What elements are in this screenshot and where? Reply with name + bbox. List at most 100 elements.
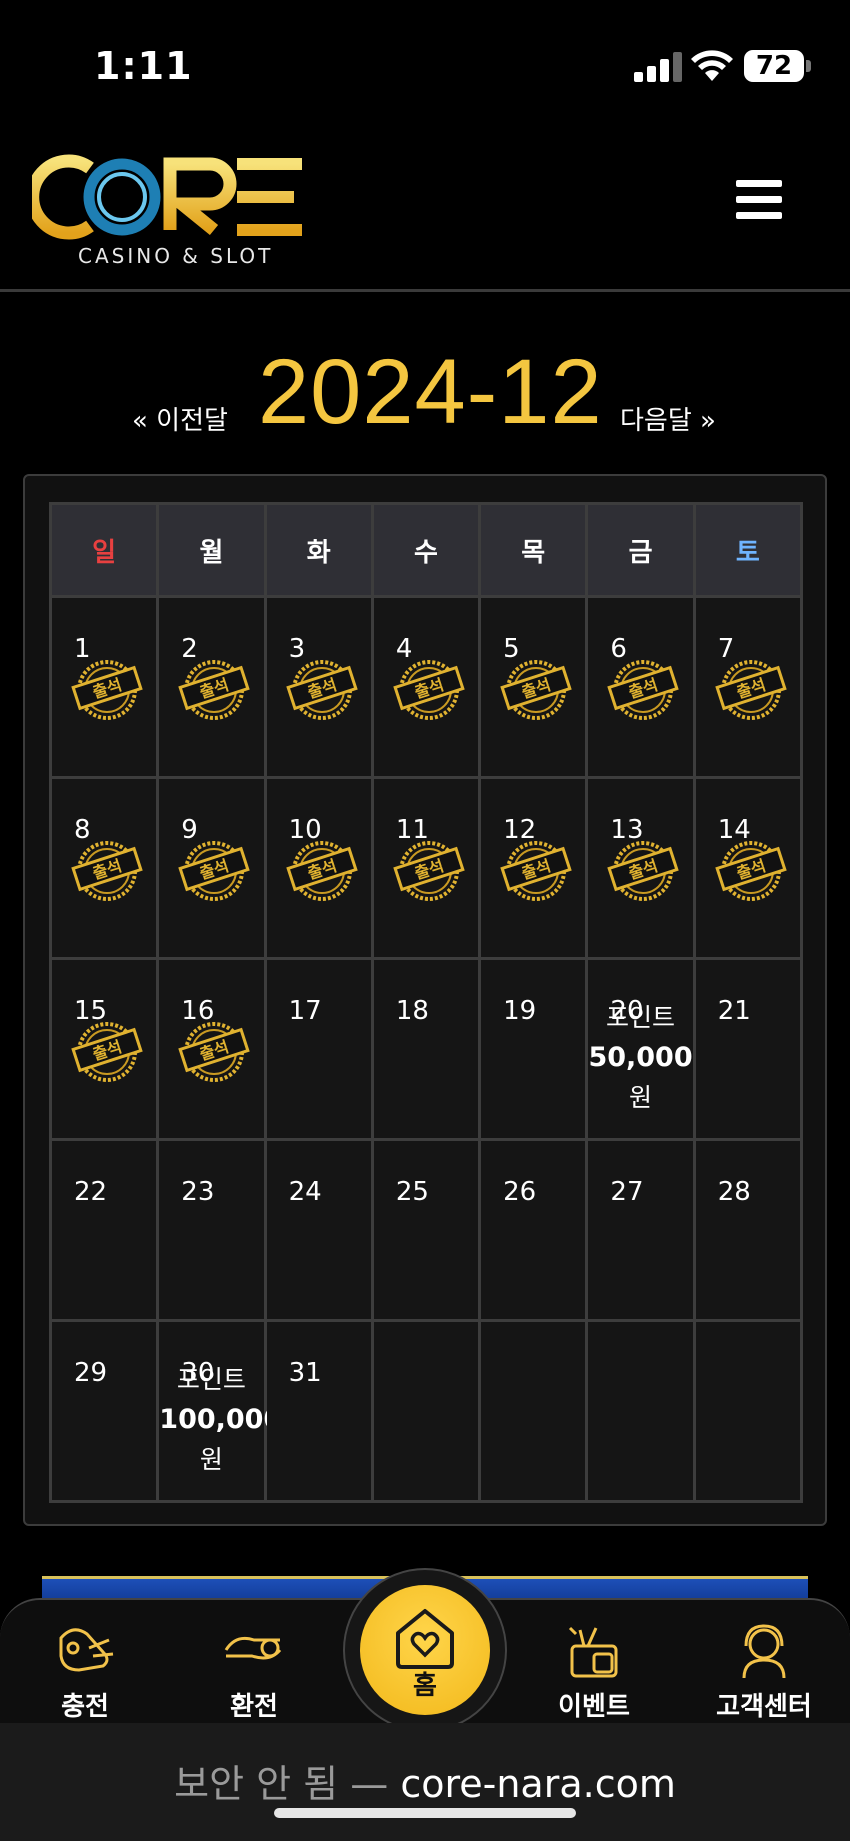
calendar-day-cell[interactable]: 16 출석 <box>156 957 267 1141</box>
day-number: 19 <box>503 996 537 1026</box>
calendar-day-cell[interactable]: 7 출석 <box>692 595 804 779</box>
home-heart-icon <box>396 1609 454 1669</box>
calendar-day-cell[interactable]: 30 포인트 100,000 원 <box>156 1319 283 1503</box>
calendar-week-row: 29 30 포인트 100,000 원 31 <box>48 1319 804 1503</box>
calendar-day-cell[interactable]: 15 출석 <box>48 957 160 1141</box>
calendar-day-cell[interactable]: 25 <box>370 1138 482 1322</box>
calendar-week-row: 8 출석 9 출석 10 출석 11 출석 12 출석 13 출석 14 출석 <box>48 776 804 960</box>
day-number: 26 <box>503 1177 537 1207</box>
calendar-day-cell[interactable]: 31 <box>263 1319 374 1503</box>
attendance-stamp-icon: 출석 <box>496 835 576 905</box>
attendance-stamp-icon: 출석 <box>389 835 469 905</box>
attendance-stamp-icon: 출석 <box>603 654 683 724</box>
calendar-day-cell[interactable]: 12 출석 <box>478 776 589 960</box>
calendar-day-cell[interactable]: 2 출석 <box>156 595 267 779</box>
calendar-day-cell[interactable]: 19 <box>478 957 589 1141</box>
day-number: 23 <box>181 1177 215 1207</box>
calendar-day-cell[interactable]: 26 <box>478 1138 589 1322</box>
calendar-day-cell[interactable]: 10 출석 <box>263 776 374 960</box>
attendance-stamp-icon: 출석 <box>174 1016 254 1086</box>
attendance-stamp-icon: 출석 <box>282 654 362 724</box>
attendance-stamp-icon: 출석 <box>174 835 254 905</box>
headset-icon <box>742 1624 786 1679</box>
nav-event[interactable]: 이벤트 <box>524 1620 664 1723</box>
calendar-day-cell[interactable] <box>692 1319 804 1503</box>
calendar-week-row: 15 출석 16 출석 17 18 19 20 포인트 50,000 원 21 <box>48 957 804 1141</box>
calendar-day-cell[interactable]: 3 출석 <box>263 595 374 779</box>
charge-icon <box>59 1628 114 1672</box>
nav-exchange-label: 환전 <box>230 1692 278 1722</box>
calendar-day-cell[interactable]: 8 출석 <box>48 776 160 960</box>
nav-support[interactable]: 고객센터 <box>694 1620 834 1723</box>
day-number: 21 <box>717 996 751 1026</box>
prev-month-link[interactable]: « 이전달 <box>132 400 228 437</box>
calendar-day-cell[interactable]: 20 포인트 50,000 원 <box>585 957 696 1141</box>
attendance-stamp-icon: 출석 <box>67 1016 147 1086</box>
calendar-day-cell[interactable]: 21 <box>692 957 804 1141</box>
next-month-link[interactable]: 다음달 » <box>620 400 716 437</box>
calendar-day-cell[interactable]: 14 출석 <box>692 776 804 960</box>
calendar-day-cell[interactable]: 17 <box>263 957 374 1141</box>
weekday-sun: 일 <box>48 502 160 598</box>
point-amount: 50,000 <box>588 1042 693 1073</box>
status-time: 1:11 <box>94 44 193 88</box>
attendance-stamp-icon: 출석 <box>496 654 576 724</box>
day-number: 27 <box>610 1177 644 1207</box>
calendar-day-cell[interactable]: 11 출석 <box>370 776 482 960</box>
hamburger-menu-icon[interactable] <box>736 180 782 220</box>
logo-subtitle: CASINO & SLOT <box>78 244 274 268</box>
core-logo[interactable]: CASINO & SLOT <box>26 146 312 268</box>
calendar-day-cell[interactable]: 29 <box>48 1319 160 1503</box>
attendance-stamp-icon: 출석 <box>389 654 469 724</box>
calendar-grid: 일 월 화 수 목 금 토 1 출석 2 출석 3 출석 4 출석 5 출석 6 출석 7 출석 8 출석 9 출… <box>48 502 804 1503</box>
day-number: 18 <box>395 996 429 1026</box>
day-number: 22 <box>74 1177 108 1207</box>
calendar-day-cell[interactable]: 4 출석 <box>370 595 482 779</box>
nav-home-label: 홈 <box>413 1671 437 1701</box>
calendar-day-cell[interactable]: 18 <box>370 957 482 1141</box>
calendar-day-cell[interactable]: 27 <box>585 1138 696 1322</box>
point-unit: 원 <box>629 1083 653 1112</box>
point-amount: 100,000 <box>159 1404 283 1435</box>
cellular-signal-icon <box>634 52 682 82</box>
nav-event-label: 이벤트 <box>558 1692 630 1722</box>
nav-charge[interactable]: 충전 <box>15 1620 155 1723</box>
calendar-day-cell[interactable] <box>585 1319 696 1503</box>
weekday-header-row: 일 월 화 수 목 금 토 <box>48 502 804 598</box>
weekday-fri: 금 <box>585 502 696 598</box>
day-number: 29 <box>74 1358 108 1388</box>
weekday-sat: 토 <box>692 502 804 598</box>
calendar-day-cell[interactable]: 13 출석 <box>585 776 696 960</box>
day-number: 31 <box>288 1358 322 1388</box>
calendar-day-cell[interactable] <box>370 1319 482 1503</box>
logo-mark <box>26 154 302 240</box>
point-reward: 포인트 100,000 원 <box>159 1360 283 1480</box>
calendar-day-cell[interactable]: 6 출석 <box>585 595 696 779</box>
calendar-day-cell[interactable] <box>478 1319 589 1503</box>
calendar-day-cell[interactable]: 23 <box>156 1138 267 1322</box>
calendar-day-cell[interactable]: 22 <box>48 1138 160 1322</box>
browser-url-bar[interactable]: 보안 안 됨 — core-nara.com <box>0 1723 850 1841</box>
attendance-stamp-icon: 출석 <box>603 835 683 905</box>
nav-charge-label: 충전 <box>61 1692 109 1722</box>
battery-cap <box>806 60 811 72</box>
month-title: 2024-12 <box>258 341 603 443</box>
calendar-day-cell[interactable]: 28 <box>692 1138 804 1322</box>
exchange-icon <box>224 1636 282 1660</box>
weekday-wed: 수 <box>370 502 482 598</box>
calendar-week-row: 1 출석 2 출석 3 출석 4 출석 5 출석 6 출석 7 출석 <box>48 595 804 779</box>
calendar-day-cell[interactable]: 5 출석 <box>478 595 589 779</box>
attendance-stamp-icon: 출석 <box>174 654 254 724</box>
nav-home-button[interactable]: 홈 <box>360 1585 490 1715</box>
nav-exchange[interactable]: 환전 <box>184 1620 324 1723</box>
point-label: 포인트 <box>176 1365 246 1394</box>
calendar-day-cell[interactable]: 1 출석 <box>48 595 160 779</box>
calendar-day-cell[interactable]: 9 출석 <box>156 776 267 960</box>
day-number: 24 <box>288 1177 322 1207</box>
point-label: 포인트 <box>606 1003 676 1032</box>
gift-icon <box>568 1626 618 1678</box>
site-header: CASINO & SLOT <box>0 130 850 292</box>
attendance-stamp-icon: 출석 <box>67 654 147 724</box>
calendar-day-cell[interactable]: 24 <box>263 1138 374 1322</box>
weekday-tue: 화 <box>263 502 374 598</box>
